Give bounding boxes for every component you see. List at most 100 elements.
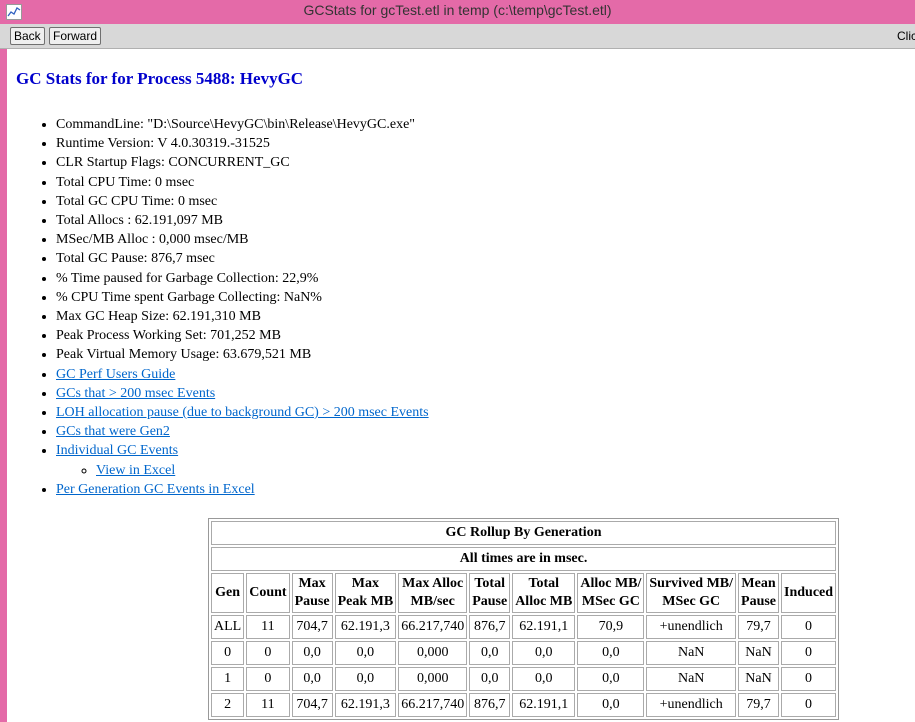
column-header-line: Peak MB	[337, 594, 394, 609]
list-item: % Time paused for Garbage Collection: 22…	[56, 269, 429, 288]
column-header-line: Mean	[741, 576, 776, 591]
title-bar: GCStats for gcTest.etl in temp (c:\temp\…	[0, 0, 915, 24]
view-in-excel-link[interactable]: View in Excel	[96, 463, 175, 478]
table-cell: 62.191,3	[334, 615, 397, 639]
gen2-gcs-link[interactable]: GCs that were Gen2	[56, 424, 170, 439]
column-header: Max Pause	[291, 573, 333, 613]
column-header: Survived MB/MSec GC	[646, 573, 737, 613]
list-item: % CPU Time spent Garbage Collecting: NaN…	[56, 288, 429, 307]
list-item: Peak Process Working Set: 701,252 MB	[56, 326, 429, 345]
stat-text: Total CPU Time: 0 msec	[56, 174, 195, 190]
stat-text: CommandLine: "D:\Source\HevyGC\bin\Relea…	[56, 117, 416, 132]
table-cell: 0	[781, 693, 837, 717]
stat-text: Runtime Version: V 4.0.30319.-31525	[56, 136, 270, 152]
column-header: Gen	[211, 573, 245, 613]
table-cell: 70,9	[577, 615, 645, 639]
table-cell: ALL	[211, 615, 245, 639]
toolbar-right-text: Click	[897, 29, 915, 43]
list-item: Total Allocs : 62.191,097 MB	[56, 211, 429, 230]
table-header-row: Gen Count Max Pause Max Peak MB Max Alloc MB/se…	[211, 573, 837, 613]
table-row: 1 0 0,0 0,0 0,000 0,0 0,0 0,0 NaN NaN 0	[211, 667, 837, 691]
stat-text: % Time paused for Garbage Collection: 22…	[56, 270, 319, 286]
column-header-line: MB/sec	[410, 594, 455, 609]
list-item: GCs that were Gen2	[56, 422, 429, 441]
table-cell: 0,0	[577, 693, 645, 717]
column-header-line: Alloc MB	[515, 594, 573, 609]
table-cell: 11	[246, 693, 290, 717]
column-header-line: Total	[528, 576, 560, 591]
table-body: ALL 11 704,7 62.191,3 66.217,740 876,7 62.191,…	[211, 615, 837, 717]
column-header: Alloc MB/MSec GC	[577, 573, 645, 613]
table-cell: 0,000	[398, 641, 468, 665]
table-cell: 0,0	[469, 641, 511, 665]
stat-text: Peak Process Working Set: 701,252 MB	[56, 328, 281, 344]
column-header-line: MSec GC	[662, 594, 721, 609]
table-row: 2 11 704,7 62.191,3 66.217,740 876,7 62.191,1 0…	[211, 693, 837, 717]
list-item: View in Excel	[96, 461, 429, 480]
table-cell: 79,7	[738, 693, 780, 717]
stat-text: CLR Startup Flags: CONCURRENT_GC	[56, 155, 290, 171]
column-header-line: Pause	[741, 594, 777, 609]
column-header-line: Gen	[215, 585, 241, 600]
forward-button[interactable]: Forward	[49, 27, 102, 45]
table-title: GC Rollup By Generation	[211, 521, 837, 545]
table-cell: 0,0	[334, 641, 397, 665]
table-subtitle: All times are in msec.	[211, 547, 837, 571]
list-item: Total GC Pause: 876,7 msec	[56, 249, 429, 268]
column-header-line: Pause	[294, 594, 330, 609]
table-cell: 704,7	[291, 615, 333, 639]
back-button[interactable]: Back	[10, 27, 45, 45]
table-row: ALL 11 704,7 62.191,3 66.217,740 876,7 62.191,…	[211, 615, 837, 639]
table-cell: +unendlich	[646, 615, 737, 639]
list-item: Max GC Heap Size: 62.191,310 MB	[56, 307, 429, 326]
table-cell: 0,0	[577, 641, 645, 665]
column-header: Count	[246, 573, 290, 613]
stat-text: MSec/MB Alloc : 0,000 msec/MB	[56, 232, 249, 248]
toolbar: Back Forward Click	[0, 24, 915, 49]
individual-gc-events-link[interactable]: Individual GC Events	[56, 443, 178, 458]
table-cell: 0,000	[398, 667, 468, 691]
table-cell: 0,0	[577, 667, 645, 691]
per-generation-excel-link[interactable]: Per Generation GC Events in Excel	[56, 482, 255, 497]
table-cell: 66.217,740	[398, 615, 468, 639]
column-header-line: Pause	[472, 594, 508, 609]
stat-text: Peak Virtual Memory Usage: 63.679,521 MB	[56, 347, 312, 363]
column-header: Total Alloc MB	[512, 573, 576, 613]
column-header-line: Max	[351, 576, 379, 591]
column-header-line: Max Alloc	[402, 576, 464, 591]
table-cell: 0,0	[291, 641, 333, 665]
page-title: GC Stats for for Process 5488: HevyGC	[16, 69, 304, 88]
list-item: Total GC CPU Time: 0 msec	[56, 192, 429, 211]
column-header: Max Alloc MB/sec	[398, 573, 468, 613]
table-row: 0 0 0,0 0,0 0,000 0,0 0,0 0,0 NaN NaN 0	[211, 641, 837, 665]
table-cell: 876,7	[469, 693, 511, 717]
stats-list: CommandLine: "D:\Source\HevyGC\bin\Relea…	[16, 115, 429, 499]
table-cell: 11	[246, 615, 290, 639]
list-item: MSec/MB Alloc : 0,000 msec/MB	[56, 230, 429, 249]
stat-text: Total GC CPU Time: 0 msec	[56, 193, 218, 209]
table-cell: 0,0	[512, 667, 576, 691]
stat-text: Max GC Heap Size: 62.191,310 MB	[56, 309, 261, 325]
column-header-line: Max	[298, 576, 326, 591]
table-cell: 0	[211, 641, 245, 665]
table-cell: NaN	[738, 641, 780, 665]
table-cell: 876,7	[469, 615, 511, 639]
loh-pause-link[interactable]: LOH allocation pause (due to background …	[56, 405, 429, 420]
table-cell: 0	[781, 667, 837, 691]
table-cell: NaN	[646, 641, 737, 665]
table-cell: 79,7	[738, 615, 780, 639]
column-header: Max Peak MB	[334, 573, 397, 613]
table-cell: 0,0	[469, 667, 511, 691]
gcs-over-200ms-link[interactable]: GCs that > 200 msec Events	[56, 386, 215, 401]
users-guide-link[interactable]: GC Perf Users Guide	[56, 367, 175, 382]
table-cell: 0,0	[291, 667, 333, 691]
table-cell: 0	[246, 641, 290, 665]
stat-text: Total Allocs : 62.191,097 MB	[56, 213, 224, 229]
list-item: Per Generation GC Events in Excel	[56, 480, 429, 499]
column-header-line: Alloc MB/	[580, 576, 642, 591]
table-cell: 2	[211, 693, 245, 717]
column-header-line: Induced	[784, 585, 834, 600]
table-cell: NaN	[646, 667, 737, 691]
table-cell: 0,0	[512, 641, 576, 665]
table-cell: NaN	[738, 667, 780, 691]
